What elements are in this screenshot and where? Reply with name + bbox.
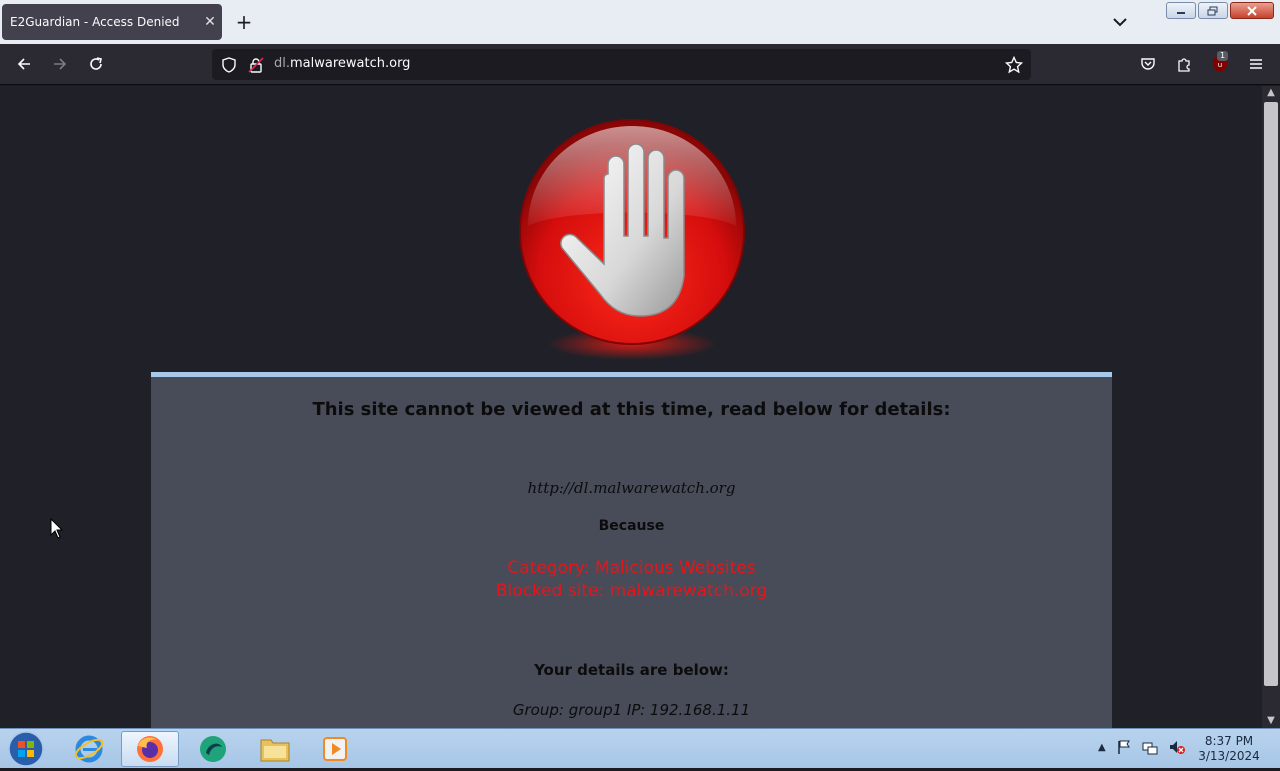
window-controls	[1166, 2, 1274, 19]
action-center-flag-icon[interactable]	[1116, 739, 1132, 755]
tab-title: E2Guardian - Access Denied	[10, 15, 180, 29]
url-subdomain: dl.	[274, 56, 290, 71]
list-all-tabs-icon[interactable]	[1108, 10, 1132, 34]
blocked-url: http://dl.malwarewatch.org	[527, 479, 736, 497]
tracking-protection-shield-icon[interactable]	[217, 53, 241, 77]
block-reason: Category: Malicious Websites Blocked sit…	[151, 557, 1112, 603]
navigation-toolbar: dl.malwarewatch.org u 1	[0, 44, 1280, 85]
show-hidden-icons-icon[interactable]: ▲	[1098, 742, 1106, 753]
stop-hand-icon	[512, 116, 752, 366]
minimize-button[interactable]	[1166, 2, 1196, 19]
insecure-lock-icon[interactable]	[244, 53, 268, 77]
address-bar[interactable]: dl.malwarewatch.org	[212, 49, 1031, 80]
because-label: Because	[598, 518, 665, 534]
user-details: Group: group1 IP: 192.168.1.11	[512, 701, 751, 719]
file-explorer-icon[interactable]	[246, 731, 304, 767]
taskbar-clock[interactable]: 8:37 PM 3/13/2024	[1196, 734, 1262, 764]
windows-taskbar: ▲ 8:37 PM 3/13/2024	[0, 728, 1280, 768]
back-icon[interactable]	[12, 52, 36, 76]
system-tray: ▲	[1098, 739, 1186, 755]
pocket-icon[interactable]	[1136, 52, 1160, 76]
reason-category: Category: Malicious Websites	[507, 558, 756, 578]
mouse-cursor-icon	[50, 517, 64, 544]
page-title: This site cannot be viewed at this time,…	[312, 399, 951, 420]
reason-blocked-site: Blocked site: malwarewatch.org	[495, 581, 768, 601]
volume-muted-icon[interactable]	[1168, 739, 1186, 755]
tab-strip: E2Guardian - Access Denied ✕ +	[0, 0, 1280, 44]
vertical-scrollbar[interactable]: ▲ ▼	[1262, 86, 1280, 728]
firefox-icon[interactable]	[121, 731, 179, 767]
clock-time: 8:37 PM	[1204, 734, 1254, 748]
url-domain: malwarewatch.org	[290, 56, 411, 71]
network-icon[interactable]	[1142, 739, 1158, 755]
extensions-puzzle-icon[interactable]	[1172, 52, 1196, 76]
scroll-down-arrow-icon[interactable]: ▼	[1262, 714, 1280, 728]
restore-button[interactable]	[1198, 2, 1228, 19]
reload-icon[interactable]	[84, 52, 108, 76]
app-teal-icon[interactable]	[184, 731, 242, 767]
denied-message-panel: This site cannot be viewed at this time,…	[151, 372, 1112, 728]
details-heading: Your details are below:	[534, 661, 729, 679]
forward-icon[interactable]	[48, 52, 72, 76]
tab-close-icon[interactable]: ✕	[198, 14, 222, 30]
new-tab-button[interactable]: +	[232, 10, 256, 34]
internet-explorer-icon[interactable]	[60, 731, 118, 767]
start-button-icon[interactable]	[6, 731, 46, 767]
hamburger-menu-icon[interactable]	[1244, 52, 1268, 76]
scrollbar-thumb[interactable]	[1264, 102, 1278, 686]
svg-text:u: u	[1218, 61, 1222, 69]
media-player-icon[interactable]	[306, 731, 364, 767]
scroll-up-arrow-icon[interactable]: ▲	[1262, 86, 1280, 100]
tab-e2guardian[interactable]: E2Guardian - Access Denied ✕	[2, 4, 222, 40]
url-text: dl.malwarewatch.org	[274, 56, 410, 71]
clock-date: 3/13/2024	[1198, 749, 1260, 763]
extension-badge: 1	[1217, 51, 1229, 61]
close-window-button[interactable]	[1230, 2, 1274, 19]
page-content: This site cannot be viewed at this time,…	[0, 86, 1262, 728]
bookmark-star-icon[interactable]	[1002, 53, 1026, 77]
